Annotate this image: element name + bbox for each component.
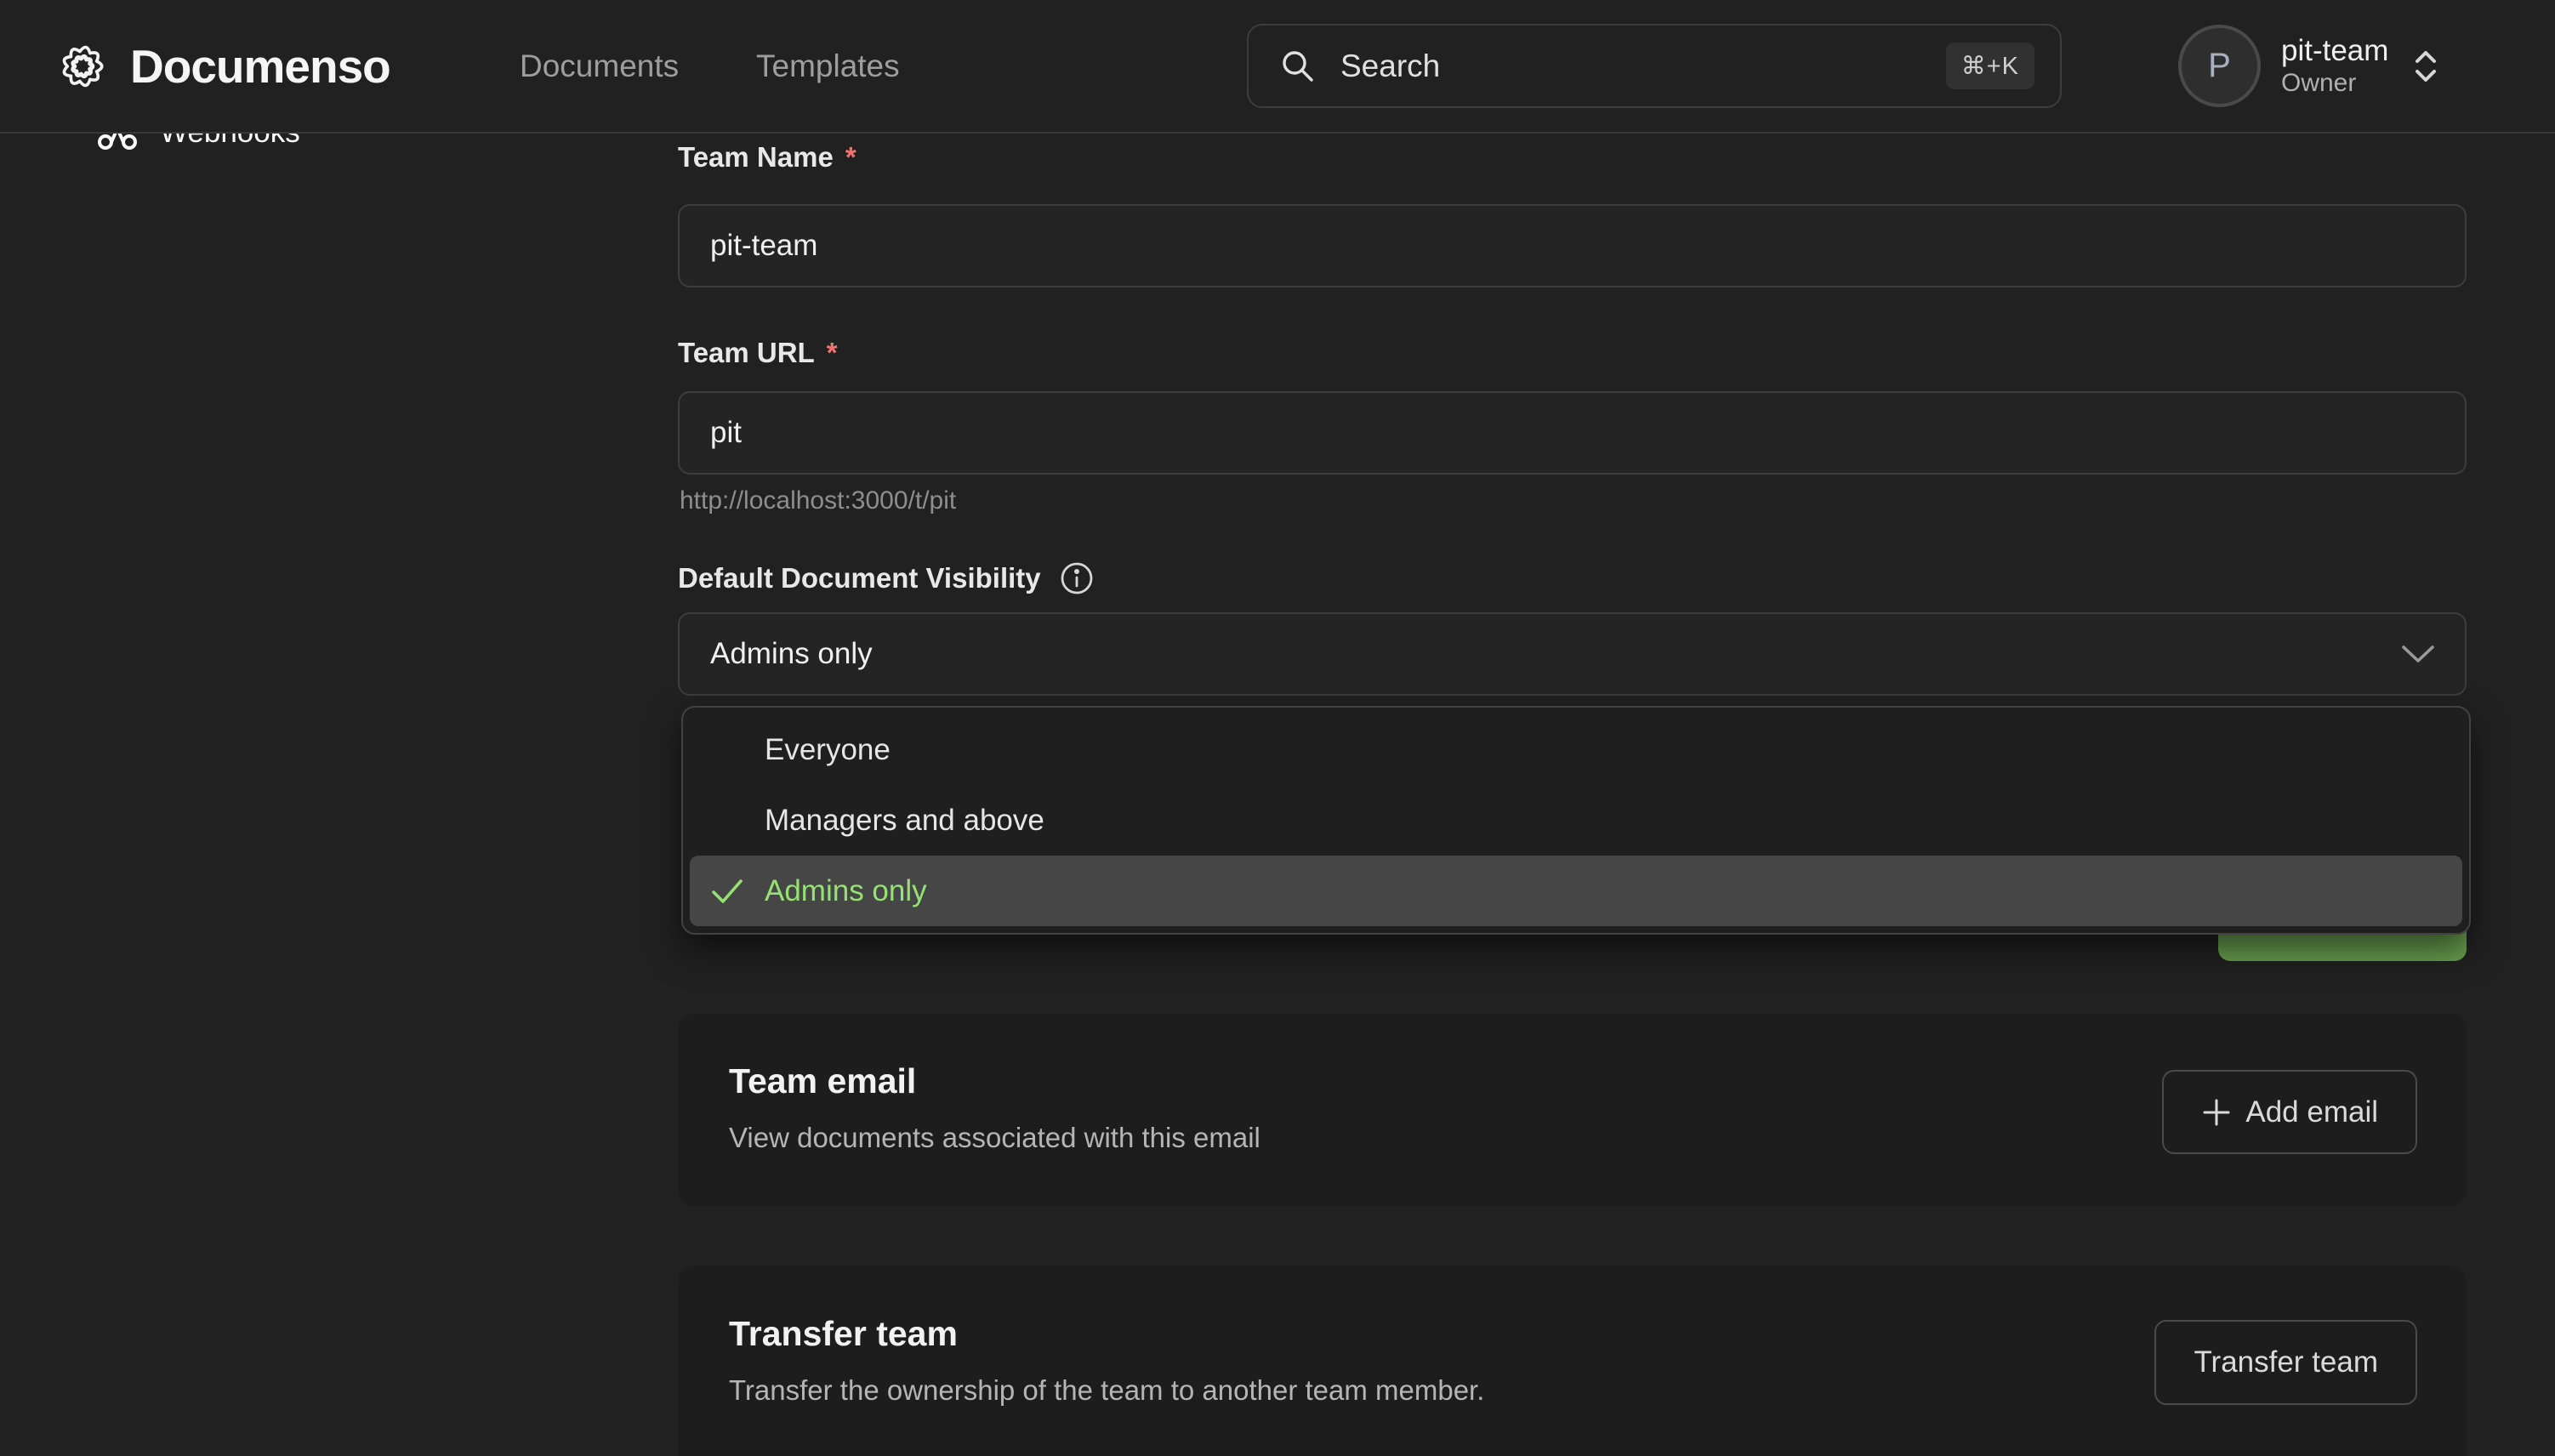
visibility-label: Default Document Visibility — [678, 561, 1094, 595]
brand-name: Documenso — [130, 39, 390, 94]
required-asterisk: * — [845, 141, 856, 173]
check-icon — [710, 877, 744, 906]
plus-icon — [2201, 1097, 2232, 1128]
visibility-select[interactable]: Admins only — [678, 612, 2467, 696]
visibility-selected-value: Admins only — [710, 637, 873, 671]
avatar: P — [2178, 25, 2261, 107]
nav-documents[interactable]: Documents — [520, 0, 679, 132]
brand-logo[interactable]: Documenso — [54, 0, 390, 132]
team-url-label: Team URL* — [678, 337, 838, 369]
team-url-input[interactable] — [678, 391, 2467, 475]
search-shortcut-badge: ⌘+K — [1946, 43, 2034, 89]
documenso-rosette-icon — [54, 37, 111, 95]
option-managers-and-above[interactable]: Managers and above — [690, 785, 2462, 856]
account-menu-trigger[interactable]: P pit-team Owner — [2178, 24, 2439, 108]
info-icon[interactable] — [1060, 561, 1094, 595]
account-role: Owner — [2281, 68, 2388, 98]
transfer-team-button[interactable]: Transfer team — [2154, 1320, 2417, 1405]
team-url-preview: http://localhost:3000/t/pit — [680, 486, 956, 515]
avatar-initial: P — [2208, 47, 2231, 85]
account-team-name: pit-team — [2281, 33, 2388, 68]
required-asterisk: * — [827, 337, 838, 369]
chevrons-up-down-icon — [2412, 46, 2439, 87]
team-email-card: Team email View documents associated wit… — [678, 1014, 2467, 1206]
global-search[interactable]: ⌘+K — [1247, 24, 2062, 108]
team-name-input[interactable] — [678, 204, 2467, 287]
transfer-team-card: Transfer team Transfer the ownership of … — [678, 1266, 2467, 1456]
team-name-label: Team Name* — [678, 141, 856, 173]
team-settings-page: Webhooks Documenso Documents Templates ⌘… — [0, 0, 2555, 1456]
option-everyone[interactable]: Everyone — [690, 714, 2462, 785]
search-icon — [1281, 49, 1315, 83]
option-admins-only[interactable]: Admins only — [690, 856, 2462, 926]
search-input[interactable] — [1339, 48, 1922, 85]
account-meta: pit-team Owner — [2281, 33, 2388, 99]
visibility-dropdown-menu: Everyone Managers and above Admins only — [681, 706, 2471, 935]
add-email-button[interactable]: Add email — [2162, 1070, 2417, 1154]
top-navbar: Documenso Documents Templates ⌘+K P pit-… — [0, 0, 2555, 134]
chevron-down-icon — [2400, 644, 2436, 664]
nav-templates[interactable]: Templates — [756, 0, 900, 132]
